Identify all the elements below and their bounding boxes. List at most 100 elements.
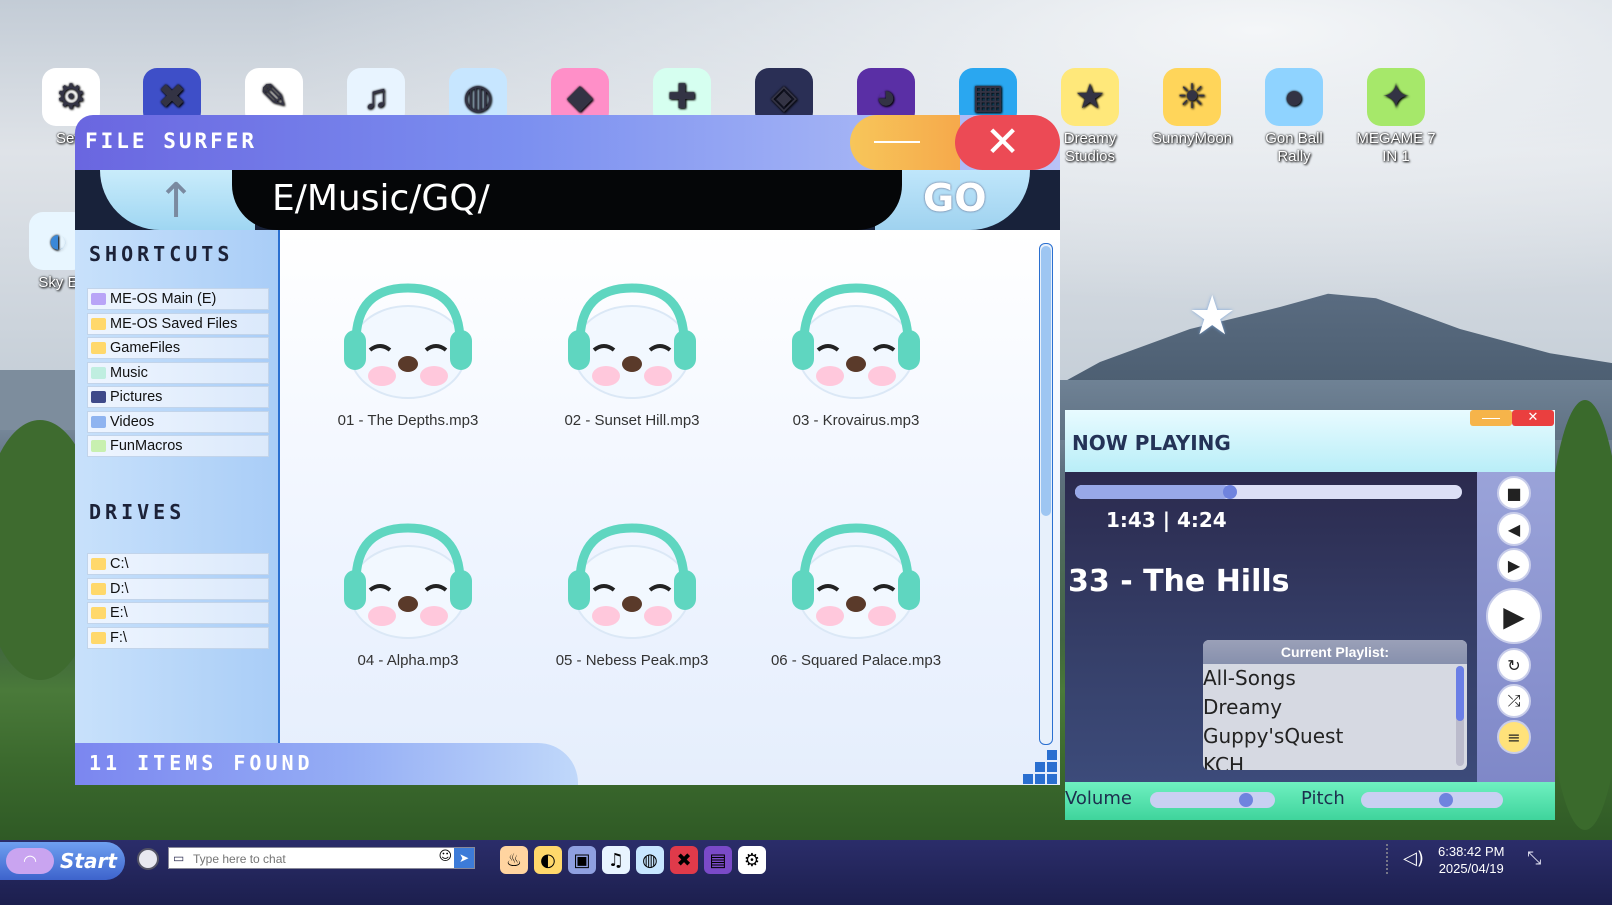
- file-name: 01 - The Depths.mp3: [337, 412, 479, 429]
- playlist-button[interactable]: ≡: [1497, 720, 1531, 754]
- star-decoration-icon: ★: [1188, 284, 1237, 347]
- pitch-slider[interactable]: [1361, 792, 1503, 808]
- sidebar-item-label: F:\: [110, 629, 127, 646]
- taskbar-globe-icon[interactable]: ◍: [636, 846, 664, 874]
- shortcut-me-os-main-e[interactable]: ME-OS Main (E): [87, 288, 269, 310]
- resize-grip-icon[interactable]: [1023, 774, 1033, 784]
- shortcut-videos[interactable]: Videos: [87, 410, 269, 433]
- taskbar-music-icon[interactable]: ♫: [602, 846, 630, 874]
- taskbar-x-icon[interactable]: ✖: [670, 846, 698, 874]
- repeat-button[interactable]: ↻: [1497, 648, 1531, 682]
- resize-grip-icon[interactable]: [1047, 774, 1057, 784]
- file-surfer-window: FILE SURFER ✕ ↑ GO E/Music/GQ/ SHORTCUTS…: [75, 115, 1060, 785]
- minimize-button[interactable]: [850, 115, 960, 170]
- file-name: 03 - Krovairus.mp3: [792, 412, 920, 429]
- file-item[interactable]: 04 - Alpha.mp3: [308, 520, 508, 669]
- folder-icon: [91, 440, 106, 452]
- navigation-bar: ↑ GO E/Music/GQ/: [75, 170, 1060, 230]
- gon-ball-rally-icon: ●: [1265, 68, 1323, 126]
- taskbar-fire-icon[interactable]: ♨: [500, 846, 528, 874]
- drive-e[interactable]: E:\: [87, 602, 269, 624]
- np-close-button[interactable]: ✕: [1512, 410, 1554, 426]
- arrow-up-icon: ↑: [156, 173, 197, 229]
- file-item[interactable]: 05 - Nebess Peak.mp3: [532, 520, 732, 669]
- progress-fill: [1075, 485, 1230, 499]
- shuffle-icon: ⤮: [1507, 691, 1521, 710]
- np-minimize-button[interactable]: [1470, 410, 1512, 426]
- repeat-icon: ↻: [1507, 655, 1521, 675]
- megame-icon: ✦: [1367, 68, 1425, 126]
- folder-icon: [91, 342, 106, 354]
- sidebar-item-label: D:\: [110, 580, 129, 597]
- desktop-icon-label: Gon Ball Rally: [1265, 130, 1323, 165]
- clock[interactable]: 6:38:42 PM 2025/04/19: [1438, 843, 1505, 877]
- taskbar-pictures-icon[interactable]: ▣: [568, 846, 596, 874]
- drives-heading: DRIVES: [89, 500, 186, 524]
- sidebar-item-label: ME-OS Saved Files: [110, 315, 238, 332]
- resize-grip-icon[interactable]: [1035, 774, 1045, 784]
- shuffle-button[interactable]: ⤮: [1497, 684, 1531, 718]
- file-area-scrollbar[interactable]: [1039, 243, 1053, 745]
- pitch-handle[interactable]: [1439, 793, 1454, 807]
- playlist-item[interactable]: KCH: [1203, 751, 1467, 770]
- scrollbar-thumb[interactable]: [1041, 246, 1051, 516]
- speaker-icon[interactable]: ◁): [1403, 848, 1424, 869]
- song-progress-bar[interactable]: [1075, 485, 1462, 499]
- file-item[interactable]: 01 - The Depths.mp3: [308, 280, 508, 429]
- stop-button[interactable]: ■: [1497, 476, 1531, 510]
- path-input[interactable]: E/Music/GQ/: [232, 170, 902, 230]
- previous-button[interactable]: ◀: [1497, 512, 1531, 546]
- shortcut-gamefiles[interactable]: GameFiles: [87, 337, 269, 359]
- desktop-icon-label: MEGAME 7 IN 1: [1356, 130, 1436, 165]
- playlist-scrollbar[interactable]: [1456, 666, 1464, 766]
- music-file-icon: [344, 523, 472, 639]
- shortcut-pictures[interactable]: Pictures: [87, 386, 269, 408]
- resize-grip-icon[interactable]: [1035, 762, 1045, 772]
- sunnymoon-icon: ☀: [1163, 68, 1221, 126]
- megame-desktop-icon[interactable]: ✦ MEGAME 7 IN 1: [1350, 68, 1442, 166]
- volume-label: Volume: [1065, 788, 1132, 809]
- close-button[interactable]: ✕: [955, 115, 1060, 170]
- music-file-icon: [344, 283, 472, 399]
- play-button[interactable]: ▶: [1486, 588, 1542, 644]
- resize-grip-icon[interactable]: [1047, 762, 1057, 772]
- chat-box: ▭ ☺ ➤: [168, 847, 475, 869]
- expand-icon[interactable]: ⤡: [1527, 848, 1541, 869]
- next-button[interactable]: ▶: [1497, 548, 1531, 582]
- taskbar-settings-icon[interactable]: ⚙: [738, 846, 766, 874]
- volume-handle[interactable]: [1239, 793, 1254, 807]
- now-playing-window: NOW PLAYING ✕ 1:43 | 4:24 33 - The Hills…: [1065, 410, 1555, 820]
- gon-ball-rally-desktop-icon[interactable]: ● Gon Ball Rally: [1248, 68, 1340, 166]
- player-bottom-bar: Volume Pitch: [1065, 782, 1555, 820]
- shortcut-me-os-saved-files[interactable]: ME-OS Saved Files: [87, 312, 269, 335]
- drive-d[interactable]: D:\: [87, 577, 269, 600]
- playlist-item[interactable]: All-Songs: [1203, 664, 1467, 693]
- previous-icon: ◀: [1507, 519, 1521, 539]
- send-button[interactable]: ➤: [454, 848, 474, 868]
- emoji-icon[interactable]: ☺: [438, 849, 452, 864]
- taskbar-media-icon[interactable]: ▤: [704, 846, 732, 874]
- drive-c[interactable]: C:\: [87, 553, 269, 575]
- drive-f[interactable]: F:\: [87, 626, 269, 649]
- next-icon: ▶: [1507, 555, 1521, 575]
- playlist-item[interactable]: Dreamy: [1203, 693, 1467, 722]
- start-button[interactable]: ◠ Start: [0, 842, 125, 880]
- taskbar-folder-icon[interactable]: ◐: [534, 846, 562, 874]
- file-item[interactable]: 03 - Krovairus.mp3: [756, 280, 956, 429]
- playlist-item[interactable]: Guppy'sQuest: [1203, 722, 1467, 751]
- volume-slider[interactable]: [1150, 792, 1275, 808]
- file-item[interactable]: 06 - Squared Palace.mp3: [756, 520, 956, 669]
- file-item[interactable]: 02 - Sunset Hill.mp3: [532, 280, 732, 429]
- resize-grip-icon[interactable]: [1047, 750, 1057, 760]
- chat-input[interactable]: [191, 849, 435, 869]
- shortcut-music[interactable]: Music: [87, 361, 269, 384]
- progress-handle[interactable]: [1222, 485, 1237, 499]
- playlist-scrollbar-thumb[interactable]: [1456, 666, 1464, 721]
- minimize-icon: [874, 141, 920, 143]
- shortcuts-list: ME-OS Main (E) ME-OS Saved Files GameFiles…: [87, 288, 269, 460]
- song-time: 1:43 | 4:24: [1106, 508, 1227, 532]
- shortcut-funmacros[interactable]: FunMacros: [87, 435, 269, 457]
- go-label: GO: [923, 176, 987, 220]
- record-button[interactable]: [137, 848, 159, 870]
- sunnymoon-desktop-icon[interactable]: ☀ SunnyMoon: [1146, 68, 1238, 148]
